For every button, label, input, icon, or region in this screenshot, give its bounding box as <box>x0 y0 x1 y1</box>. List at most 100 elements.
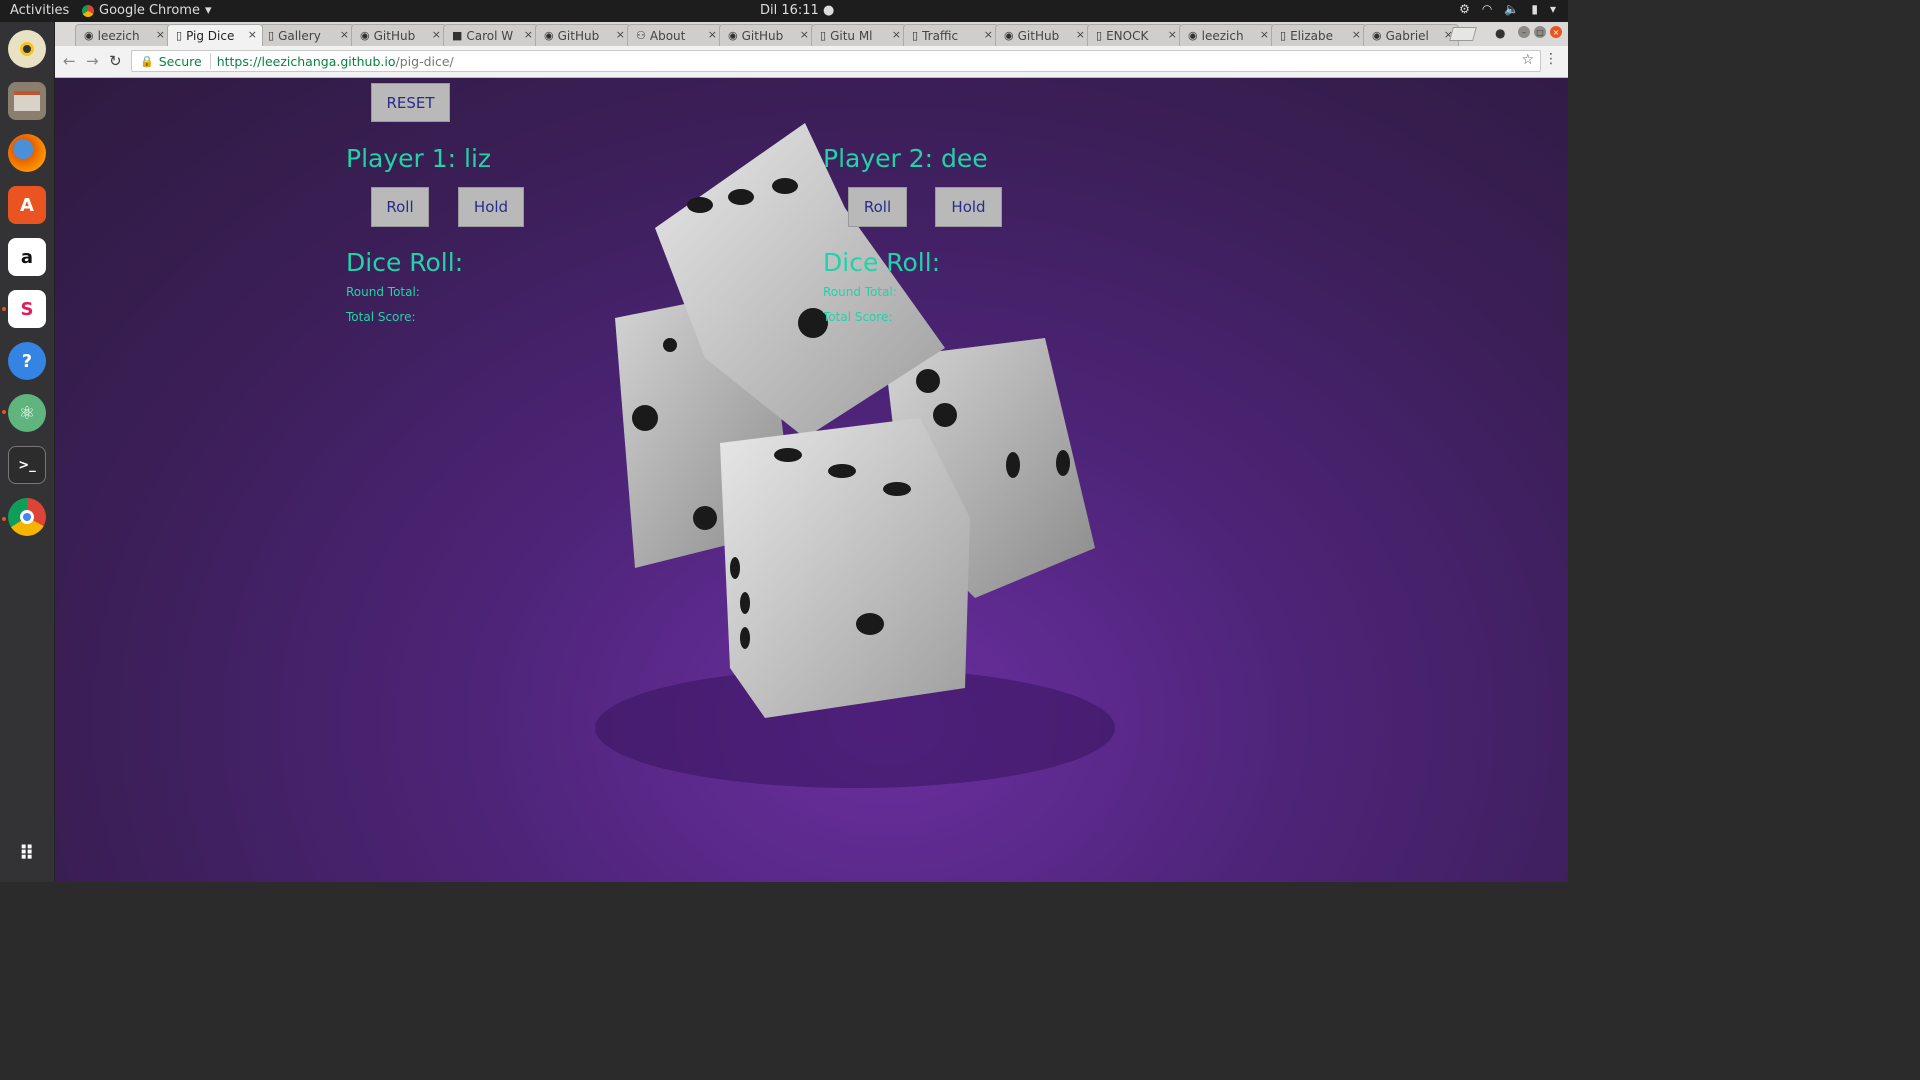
player2-hold-button[interactable]: Hold <box>935 187 1002 227</box>
window-controls: – □ × <box>1518 26 1562 38</box>
url-host: https://leezichanga.github.io <box>216 53 396 69</box>
player1-heading: Player 1: liz <box>346 144 492 173</box>
tab-close-icon[interactable]: × <box>524 28 533 41</box>
tab-label: GitHub <box>741 28 784 43</box>
die-front <box>720 418 970 718</box>
minimize-icon[interactable]: – <box>1518 26 1530 38</box>
url-path: /pig-dice/ <box>395 53 454 69</box>
tab-13[interactable]: ▯ Elizabe × <box>1271 24 1367 46</box>
tab-label: GitHub <box>1017 28 1060 43</box>
tab-label: Carol W <box>466 28 514 43</box>
activities-button[interactable]: Activities <box>10 3 69 18</box>
firefox-icon[interactable] <box>8 134 46 172</box>
close-icon[interactable]: × <box>1550 26 1562 38</box>
software-center-icon[interactable]: A <box>8 186 46 224</box>
launcher-dock: A a S ? ⚛ >_ ⠿ <box>0 22 55 882</box>
tab-label: leezich <box>1201 28 1244 43</box>
github-icon: ◉ <box>1188 29 1198 42</box>
back-icon[interactable]: ← <box>63 52 76 70</box>
clock-label: Dil 16:11 <box>760 3 819 18</box>
tab-7[interactable]: ◉ GitHub × <box>719 24 815 46</box>
system-top-bar: Activities Google Chrome ▾ Dil 16:11 ● ⚙… <box>0 0 1568 22</box>
tab-close-icon[interactable]: × <box>248 28 257 41</box>
chrome-icon <box>82 4 94 17</box>
show-applications-icon[interactable]: ⠿ <box>8 834 46 872</box>
player1-roll-button[interactable]: Roll <box>371 187 429 227</box>
tab-close-icon[interactable]: × <box>1076 28 1085 41</box>
slack-icon[interactable]: S <box>8 290 46 328</box>
tab-strip: ◉ leezich × ▯ Pig Dice × ▯ Gallery × ◉ GitHub × ■ Car… <box>55 22 1568 46</box>
tab-4[interactable]: ■ Carol W × <box>443 24 539 46</box>
tab-10[interactable]: ◉ GitHub × <box>995 24 1091 46</box>
browser-menu-icon[interactable]: ⋮ <box>1544 51 1558 67</box>
wifi-icon[interactable]: ◠ <box>1482 2 1492 16</box>
tab-12[interactable]: ◉ leezich × <box>1179 24 1275 46</box>
tab-label: ENOCK <box>1106 28 1149 43</box>
bookmark-star-icon[interactable]: ☆ <box>1521 52 1534 68</box>
system-tray[interactable]: ⚙ ◠ 🔈 ▮ ▾ <box>1459 2 1556 16</box>
files-icon[interactable] <box>8 82 46 120</box>
secure-label: Secure <box>158 53 202 69</box>
player2-roll-button[interactable]: Roll <box>848 187 907 227</box>
tab-3[interactable]: ◉ GitHub × <box>351 24 447 46</box>
tab-8[interactable]: ▯ Gitu Ml × <box>811 24 907 46</box>
tab-close-icon[interactable]: × <box>800 28 809 41</box>
chrome-icon[interactable] <box>8 498 46 536</box>
tab-label: About <box>649 28 686 43</box>
tab-close-icon[interactable]: × <box>892 28 901 41</box>
github-icon: ◉ <box>1372 29 1382 42</box>
tab-close-icon[interactable]: × <box>616 28 625 41</box>
tab-close-icon[interactable]: × <box>708 28 717 41</box>
player1-hold-button[interactable]: Hold <box>458 187 524 227</box>
settings-icon[interactable]: ⚙ <box>1459 2 1470 16</box>
tab-close-icon[interactable]: × <box>984 28 993 41</box>
volume-icon[interactable]: 🔈 <box>1504 2 1519 16</box>
tab-0[interactable]: ◉ leezich × <box>75 24 171 46</box>
tab-close-icon[interactable]: × <box>1168 28 1177 41</box>
reload-icon[interactable]: ↻ <box>109 52 122 70</box>
tab-close-icon[interactable]: × <box>1260 28 1269 41</box>
help-icon[interactable]: ? <box>8 342 46 380</box>
page-icon: ▯ <box>820 29 827 42</box>
maximize-icon[interactable]: □ <box>1534 26 1546 38</box>
tab-14[interactable]: ◉ Gabriel × <box>1363 24 1459 46</box>
github-icon: ◉ <box>360 29 370 42</box>
tab-9[interactable]: ▯ Traffic × <box>903 24 999 46</box>
terminal-icon[interactable]: >_ <box>8 446 46 484</box>
battery-icon[interactable]: ▮ <box>1531 2 1538 16</box>
browser-window-frame: ◉ leezich × ▯ Pig Dice × ▯ Gallery × ◉ GitHub × ■ Car… <box>55 22 1568 78</box>
tab-close-icon[interactable]: × <box>340 28 349 41</box>
tab-close-icon[interactable]: × <box>156 28 165 41</box>
tab-close-icon[interactable]: × <box>432 28 441 41</box>
running-indicator <box>2 517 6 521</box>
app-name-label: Google Chrome <box>99 3 200 18</box>
chevron-down-icon[interactable]: ▾ <box>1550 2 1556 16</box>
profile-icon[interactable]: ● <box>1495 26 1505 40</box>
dark-square-icon: ■ <box>452 29 463 42</box>
address-bar[interactable]: 🔒 Secure https://leezichanga.github.io/p… <box>131 50 1541 72</box>
tab-label: Pig Dice <box>186 28 235 43</box>
clock[interactable]: Dil 16:11 ● <box>760 3 834 18</box>
rhythmbox-icon[interactable] <box>8 30 46 68</box>
amazon-icon[interactable]: a <box>8 238 46 276</box>
page-icon: ▯ <box>268 29 275 42</box>
player2-heading: Player 2: dee <box>823 144 988 173</box>
page-icon: ▯ <box>176 29 183 42</box>
tab-label: Gabriel <box>1385 28 1429 43</box>
atom-icon[interactable]: ⚛ <box>8 394 46 432</box>
tab-6[interactable]: ⚇ About × <box>627 24 723 46</box>
tab-close-icon[interactable]: × <box>1352 28 1361 41</box>
tab-2[interactable]: ▯ Gallery × <box>259 24 355 46</box>
page-content: RESET Player 1: liz Roll Hold Dice Roll:… <box>55 78 1568 882</box>
github-icon: ◉ <box>1004 29 1014 42</box>
reset-button[interactable]: RESET <box>371 83 450 122</box>
tab-11[interactable]: ▯ ENOCK × <box>1087 24 1183 46</box>
user-icon: ⚇ <box>636 29 646 42</box>
github-icon: ◉ <box>728 29 738 42</box>
new-tab-button[interactable] <box>1449 27 1477 41</box>
tab-5[interactable]: ◉ GitHub × <box>535 24 631 46</box>
forward-icon[interactable]: → <box>86 52 99 70</box>
app-menu[interactable]: Google Chrome ▾ <box>82 3 212 18</box>
tab-1[interactable]: ▯ Pig Dice × <box>167 24 263 46</box>
running-indicator <box>2 307 6 311</box>
